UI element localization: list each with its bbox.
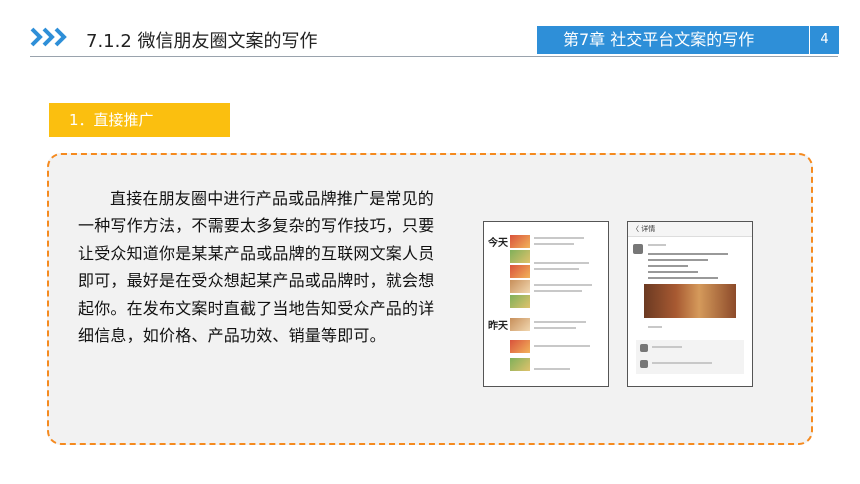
- post-image: [510, 250, 530, 263]
- text-line: [534, 368, 570, 370]
- post-image: [510, 340, 530, 353]
- body-paragraph: 直接在朋友圈中进行产品或品牌推广是常见的一种写作方法，不需要太多复杂的写作技巧，…: [78, 189, 435, 346]
- text-line: [534, 327, 576, 329]
- post-image: [510, 235, 530, 248]
- text-line: [652, 346, 682, 348]
- text-line: [648, 253, 728, 255]
- moments-screenshot-left: 今天 昨天: [483, 221, 609, 387]
- text-line: [534, 284, 592, 286]
- section-label: 1．直接推广: [49, 103, 230, 137]
- post-image: [510, 318, 530, 331]
- text-line: [648, 326, 662, 328]
- detail-topbar: 〈 详情: [628, 222, 752, 237]
- moments-screenshot-right: 〈 详情: [627, 221, 753, 387]
- chapter-title: 第7章 社交平台文案的写作: [537, 26, 809, 54]
- product-photo: [644, 284, 736, 318]
- text-line: [648, 265, 688, 267]
- text-line: [648, 271, 698, 273]
- text-line: [534, 237, 584, 239]
- post-image: [510, 358, 530, 371]
- text-line: [534, 290, 582, 292]
- yesterday-label: 昨天: [488, 321, 508, 332]
- text-line: [534, 345, 590, 347]
- avatar: [640, 360, 648, 368]
- text-line: [652, 362, 712, 364]
- text-line: [534, 268, 579, 270]
- today-label: 今天: [488, 238, 508, 249]
- text-line: [534, 262, 589, 264]
- avatar: [633, 244, 643, 254]
- post-image: [510, 265, 530, 278]
- chevrons-icon: [30, 27, 67, 47]
- text-line: [648, 244, 666, 246]
- section-title: 7.1.2 微信朋友圈文案的写作: [86, 31, 318, 52]
- back-label[interactable]: 〈 详情: [632, 224, 655, 234]
- header-divider: [30, 56, 838, 57]
- text-line: [648, 277, 718, 279]
- post-image: [510, 295, 530, 308]
- avatar: [640, 344, 648, 352]
- comment-area: [636, 340, 744, 374]
- page-number: 4: [809, 26, 839, 54]
- text-line: [534, 321, 586, 323]
- post-image: [510, 280, 530, 293]
- text-line: [534, 243, 574, 245]
- text-line: [648, 259, 708, 261]
